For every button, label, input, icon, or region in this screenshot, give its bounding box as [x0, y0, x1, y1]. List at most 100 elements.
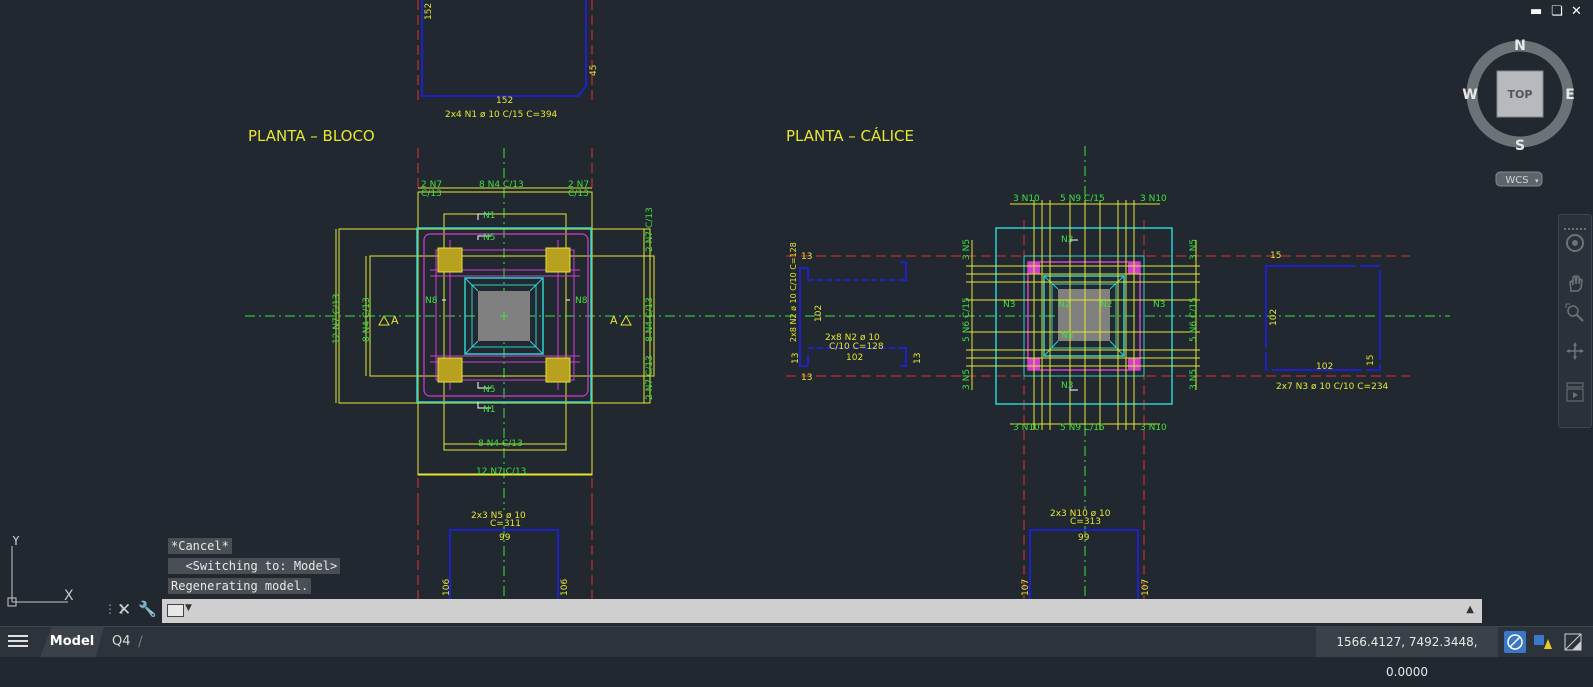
bloco-top-dim-w: 152 [496, 96, 513, 106]
close-icon[interactable]: ✕ [117, 600, 131, 620]
command-input[interactable] [202, 601, 1446, 621]
calice-bottom-label-2: C=313 [1070, 517, 1101, 527]
calice-n3-mid: N3 [1061, 331, 1073, 341]
ortho-icon[interactable] [1504, 631, 1526, 653]
bloco-n1-top: N1 [483, 211, 495, 221]
orbit-icon[interactable] [1565, 341, 1585, 363]
calice-right-n5-top: 3 N5 [1189, 239, 1199, 260]
bloco-n7-tr-sp: C/13 [568, 189, 589, 199]
history-line: Regenerating model. [168, 578, 312, 594]
calice-right-n6: 5 N6 C/15 [1189, 297, 1199, 342]
bloco-top-dim-side: 45 [589, 65, 599, 76]
calice-n9-top: 5 N9 C/15 [1060, 194, 1105, 204]
compass-south[interactable]: S [1515, 138, 1525, 154]
bloco-bottom-dim-right: 106 [560, 579, 570, 596]
bloco-right-n4: 8 N4 C/13 [645, 297, 655, 342]
pan-hand-icon[interactable] [1565, 273, 1585, 295]
calice-n3-left: N3 [1003, 300, 1015, 310]
steering-wheel-icon[interactable] [1565, 233, 1585, 255]
bloco-n7-tl-sp: C/13 [421, 189, 442, 199]
planta-bloco-drawing [335, 148, 655, 515]
title-planta-bloco: PLANTA – BLOCO [248, 127, 375, 145]
calice-n2-left: N2 [1058, 300, 1070, 310]
calice-n10-bl: 3 N10 [1013, 423, 1040, 433]
status-bar: Model Q4 / 1566.4127, 7492.3448, 0.0000 [0, 626, 1593, 679]
nav-bar-grip[interactable] [1562, 217, 1588, 230]
bloco-bottom-dim-left: 106 [442, 579, 452, 596]
n2-dim-13-bl: 13 [801, 373, 812, 383]
chevron-up-icon[interactable]: ▲ [1466, 604, 1474, 615]
calice-n10-tr: 3 N10 [1140, 194, 1167, 204]
bloco-bot-n4: 8 N4 C/13 [478, 439, 523, 449]
zoom-extents-icon[interactable] [1565, 303, 1585, 325]
n3-label: 2x7 N3 ø 10 C/10 C=234 [1276, 382, 1389, 392]
compass-west[interactable]: W [1462, 87, 1477, 103]
command-history: *Cancel* <Switching to: Model> Regenerat… [168, 538, 341, 598]
wcs-label: WCS [1505, 175, 1528, 186]
close-icon[interactable]: ✕ [1571, 4, 1582, 19]
ucs-axis-icon: Y X [7, 536, 74, 607]
isolate-objects-icon[interactable] [1562, 631, 1584, 653]
history-line: <Switching to: Model> [168, 558, 341, 574]
history-line: *Cancel* [168, 538, 232, 554]
bloco-top-dim-h: 152 [424, 3, 434, 20]
calice-left-n6: 5 N6 C/15 [962, 297, 972, 342]
bloco-left-n4: 8 N4 C/13 [362, 297, 372, 342]
n3-dim-102-v: 102 [1269, 309, 1279, 326]
n2-dim-13-right: 13 [913, 353, 923, 364]
compass-north[interactable]: N [1514, 38, 1526, 54]
n2-label-2: C/10 C=128 [829, 342, 884, 352]
viewcube-top-label: TOP [1508, 88, 1533, 101]
calice-n3-right: N3 [1153, 300, 1165, 310]
bloco-right-n7-bot: 2 N7 C/13 [645, 355, 655, 400]
viewcube[interactable]: TOP N S W E WCS ▾ [1462, 36, 1578, 196]
n3-dim-15-side: 15 [1366, 355, 1376, 366]
command-prompt-icon[interactable] [167, 604, 184, 617]
tab-q4[interactable]: Q4 [112, 627, 131, 657]
calice-bottom-dim-left: 107 [1021, 579, 1031, 596]
calice-bottom-dim-right: 107 [1141, 579, 1151, 596]
compass-east[interactable]: E [1565, 87, 1575, 103]
bloco-n1-bot: N1 [483, 405, 495, 415]
calice-left-n5-bot: 3 N5 [962, 369, 972, 390]
n3-detail [1265, 265, 1381, 371]
bloco-n4-top: 8 N4 C/13 [479, 180, 524, 190]
bloco-n8-right: N8 [575, 296, 588, 306]
minimize-icon[interactable]: ▬ [1530, 4, 1542, 19]
add-layout-tab[interactable]: / [138, 627, 143, 657]
calice-n2-right: N2 [1100, 300, 1112, 310]
n2-dim-102-h: 102 [846, 353, 863, 363]
calice-bottom-dim-w: 99 [1078, 533, 1090, 543]
calice-n3-bot: N3 [1061, 381, 1073, 391]
n3-dim-15-top: 15 [1270, 251, 1281, 261]
wrench-icon[interactable]: 🔧 [138, 600, 157, 618]
chevron-down-icon[interactable]: ▼ [185, 603, 192, 613]
wcs-dropdown-icon: ▾ [1535, 177, 1539, 185]
bloco-bot-n7: 12 N7 C/13 [476, 467, 526, 477]
bloco-section-a-right: A [610, 314, 618, 327]
bloco-bottom-label-2: C=311 [490, 519, 521, 529]
ucs-x-label: X [64, 588, 74, 604]
bloco-top-detail: 152 45 152 2x4 N1 ø 10 C/15 C=394 [417, 0, 599, 120]
bloco-bottom-dim-w: 99 [499, 533, 511, 543]
ucs-y-label: Y [11, 536, 20, 549]
n2-label-vert: 2x8 N2 ø 10 C/10 C=128 [789, 242, 798, 342]
tab-model[interactable]: Model [40, 627, 104, 657]
coordinate-readout[interactable]: 1566.4127, 7492.3448, 0.0000 [1316, 627, 1498, 679]
calice-left-n5-top: 3 N5 [962, 239, 972, 260]
bloco-n5-top: N5 [483, 233, 495, 243]
bloco-n8-left: N8 [425, 296, 438, 306]
bloco-right-n7-top: 2 N7 C/13 [645, 207, 655, 252]
annotation-scale-icon[interactable] [1532, 631, 1554, 653]
navigation-bar [1558, 214, 1592, 428]
command-input-box[interactable]: ▼ ▲ [162, 599, 1482, 623]
restore-icon[interactable]: ❏ [1551, 4, 1563, 19]
bloco-section-a-left: A [391, 314, 399, 327]
bloco-left-n7: 12 N7 C/13 [332, 294, 342, 344]
hamburger-menu-icon[interactable] [8, 632, 28, 650]
calice-n9-bot: 5 N9 C/15 [1060, 423, 1105, 433]
n2-dim-13-tl: 13 [801, 252, 812, 262]
planta-calice-drawing [966, 146, 1200, 618]
showmotion-icon[interactable] [1565, 381, 1585, 403]
command-line: ⋮⋮ ✕ 🔧 ▼ ▲ [104, 598, 1482, 624]
